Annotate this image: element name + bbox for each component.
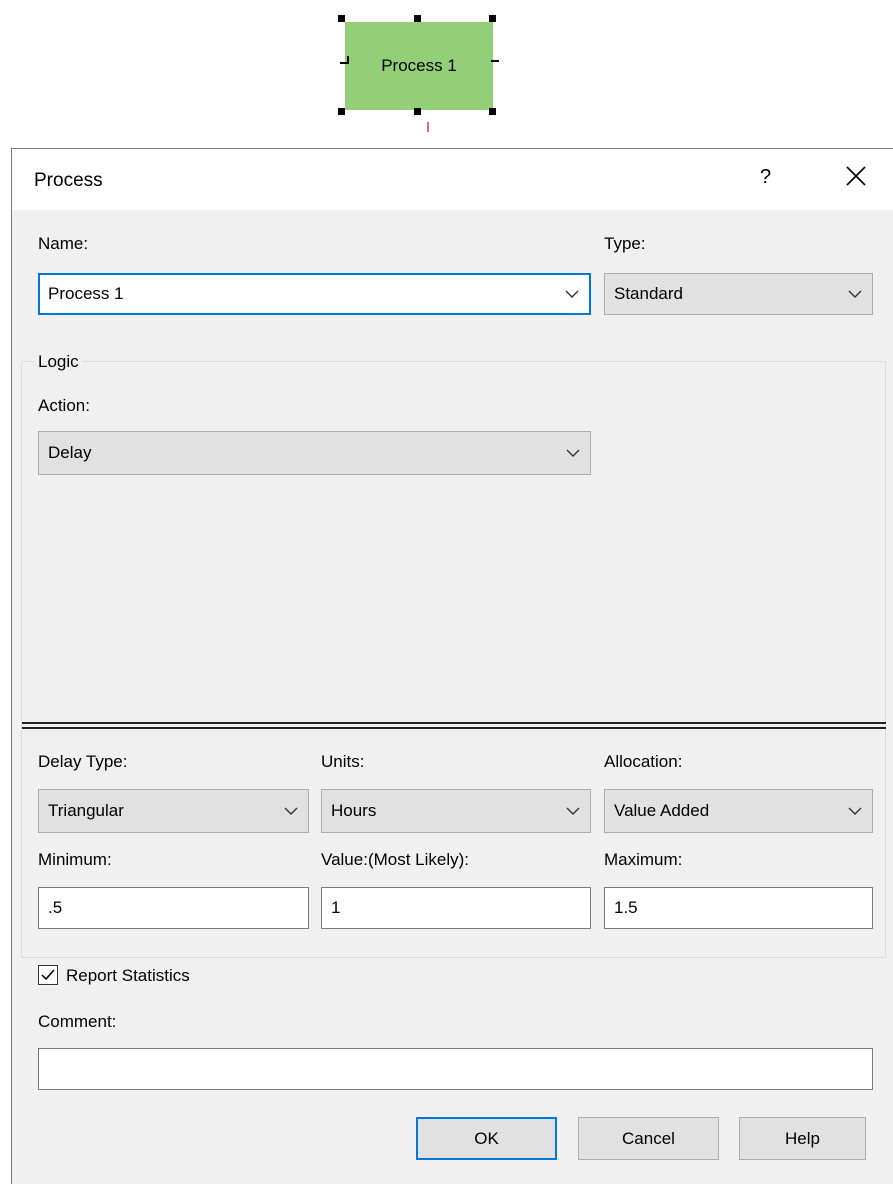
- comment-label: Comment:: [38, 1012, 117, 1031]
- checkmark-icon: [41, 969, 55, 981]
- resize-handle-top[interactable]: [414, 15, 421, 22]
- allocation-label: Allocation:: [604, 752, 683, 771]
- minimum-label: Minimum:: [38, 850, 112, 869]
- delay-type-select[interactable]: Triangular: [38, 789, 309, 833]
- allocation-select[interactable]: Value Added: [604, 789, 873, 833]
- units-select[interactable]: Hours: [321, 789, 591, 833]
- minimum-value: .5: [48, 898, 63, 917]
- connector-stub-left-vertical: [347, 56, 349, 64]
- type-label: Type:: [604, 234, 646, 253]
- chevron-down-icon[interactable]: [566, 448, 580, 458]
- type-select[interactable]: Standard: [604, 273, 873, 315]
- most-likely-value: 1: [331, 898, 341, 917]
- connector-stub-right: [491, 60, 499, 62]
- maximum-value: 1.5: [614, 898, 638, 917]
- chevron-down-icon[interactable]: [848, 289, 862, 299]
- dialog-title: Process: [34, 170, 103, 191]
- chevron-down-icon[interactable]: [566, 806, 580, 816]
- name-value: Process 1: [48, 284, 124, 303]
- close-icon: [846, 166, 866, 186]
- help-button-label: Help: [785, 1128, 820, 1148]
- connector-marker: [427, 122, 429, 132]
- action-label: Action:: [38, 396, 90, 415]
- report-statistics-label[interactable]: Report Statistics: [66, 966, 190, 986]
- maximum-input[interactable]: 1.5: [604, 887, 873, 929]
- action-value: Delay: [48, 443, 92, 462]
- allocation-value: Value Added: [614, 801, 710, 820]
- chevron-down-icon[interactable]: [848, 806, 862, 816]
- action-select[interactable]: Delay: [38, 431, 591, 475]
- resize-handle-bottom-left[interactable]: [338, 108, 345, 115]
- units-value: Hours: [331, 801, 377, 820]
- name-label: Name:: [38, 234, 89, 253]
- minimum-input[interactable]: .5: [38, 887, 309, 929]
- name-combobox[interactable]: Process 1: [38, 273, 591, 315]
- process-shape-label: Process 1: [381, 56, 457, 75]
- splitter-line-secondary: [22, 727, 886, 729]
- resize-handle-bottom[interactable]: [414, 108, 421, 115]
- ok-button-label: OK: [474, 1128, 499, 1148]
- ok-button[interactable]: OK: [416, 1117, 557, 1160]
- report-statistics-checkbox[interactable]: [38, 965, 58, 985]
- most-likely-label: Value:(Most Likely):: [321, 850, 470, 869]
- chevron-down-icon[interactable]: [565, 289, 579, 299]
- resize-handle-top-left[interactable]: [338, 15, 345, 22]
- resize-handle-top-right[interactable]: [489, 15, 496, 22]
- help-button[interactable]: Help: [739, 1117, 866, 1160]
- chevron-down-icon[interactable]: [284, 806, 298, 816]
- delay-type-label: Delay Type:: [38, 752, 128, 771]
- resize-handle-bottom-right[interactable]: [489, 108, 496, 115]
- maximum-label: Maximum:: [604, 850, 683, 869]
- delay-type-value: Triangular: [48, 801, 124, 820]
- cancel-button[interactable]: Cancel: [578, 1117, 719, 1160]
- most-likely-input[interactable]: 1: [321, 887, 591, 929]
- logic-group-label: Logic: [35, 352, 82, 372]
- units-label: Units:: [321, 752, 365, 771]
- close-button[interactable]: [838, 158, 874, 194]
- cancel-button-label: Cancel: [622, 1128, 675, 1148]
- splitter-line[interactable]: [22, 722, 886, 724]
- type-value: Standard: [614, 284, 683, 303]
- help-button-titlebar[interactable]: ?: [760, 166, 771, 189]
- comment-input[interactable]: [38, 1048, 873, 1090]
